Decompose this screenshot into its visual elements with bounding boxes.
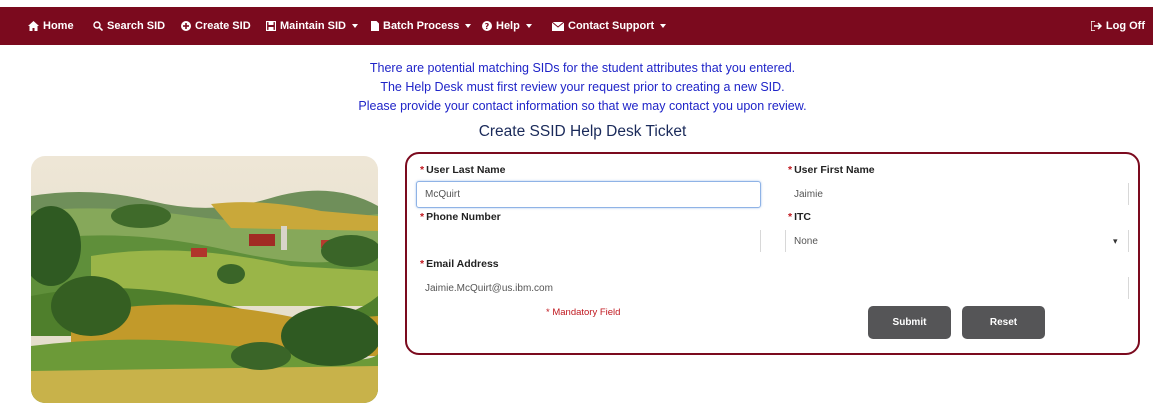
top-navbar: Home Search SID Create SID Maintain SID … [0, 7, 1153, 45]
question-circle-icon: ? [482, 21, 492, 31]
last-name-label: * User Last Name [420, 164, 506, 176]
itc-label: * ITC [788, 211, 812, 223]
field-border [760, 230, 761, 252]
svg-text:?: ? [485, 22, 490, 31]
last-name-input[interactable]: McQuirt [416, 181, 761, 208]
itc-select[interactable]: None [785, 228, 1105, 255]
nav-help-label: Help [496, 20, 520, 32]
field-border [1128, 230, 1129, 252]
field-border [785, 230, 786, 252]
email-label: * Email Address [420, 258, 499, 270]
save-icon [266, 21, 276, 31]
nav-batch-process[interactable]: Batch Process [371, 20, 472, 32]
mandatory-field-note: * Mandatory Field [546, 307, 621, 318]
select-arrows-icon: ▾ [1113, 236, 1118, 246]
email-input[interactable]: Jaimie.McQuirt@us.ibm.com [416, 275, 1106, 302]
envelope-icon [552, 21, 564, 31]
nav-help[interactable]: ? Help [482, 20, 532, 32]
landscape-image [31, 156, 378, 403]
field-border [1128, 277, 1129, 299]
message-line-3: Please provide your contact information … [358, 99, 807, 113]
nav-search-sid[interactable]: Search SID [93, 20, 165, 32]
nav-search-label: Search SID [107, 20, 166, 32]
home-icon [28, 21, 39, 31]
nav-create-sid[interactable]: Create SID [181, 20, 251, 32]
submit-button[interactable]: Submit [868, 306, 951, 339]
nav-create-label: Create SID [195, 20, 251, 32]
phone-input[interactable] [416, 228, 746, 255]
page-title: Create SSID Help Desk Ticket [478, 123, 687, 140]
message-line-1: There are potential matching SIDs for th… [369, 61, 796, 75]
nav-maintain-label: Maintain SID [280, 20, 347, 32]
phone-label: * Phone Number [420, 211, 501, 223]
chevron-down-icon [660, 24, 667, 28]
nav-home-label: Home [43, 20, 74, 32]
reset-button[interactable]: Reset [962, 306, 1045, 339]
chevron-down-icon [525, 24, 532, 28]
nav-home[interactable]: Home [28, 20, 74, 32]
plus-circle-icon [181, 21, 191, 31]
sign-out-icon [1090, 21, 1102, 31]
nav-maintain-sid[interactable]: Maintain SID [266, 20, 359, 32]
nav-contact-support[interactable]: Contact Support [552, 20, 667, 32]
nav-logoff-label: Log Off [1105, 20, 1145, 32]
chevron-down-icon [465, 24, 472, 28]
field-border [1128, 183, 1129, 205]
nav-batch-label: Batch Process [383, 20, 460, 32]
search-icon [93, 21, 103, 31]
nav-contact-label: Contact Support [568, 20, 655, 32]
document-icon [371, 21, 379, 31]
message-line-2: The Help Desk must first review your req… [380, 80, 785, 94]
first-name-label: * User First Name [788, 164, 875, 176]
first-name-input[interactable]: Jaimie [785, 181, 1115, 208]
nav-log-off[interactable]: Log Off [1090, 20, 1145, 32]
chevron-down-icon [352, 24, 359, 28]
